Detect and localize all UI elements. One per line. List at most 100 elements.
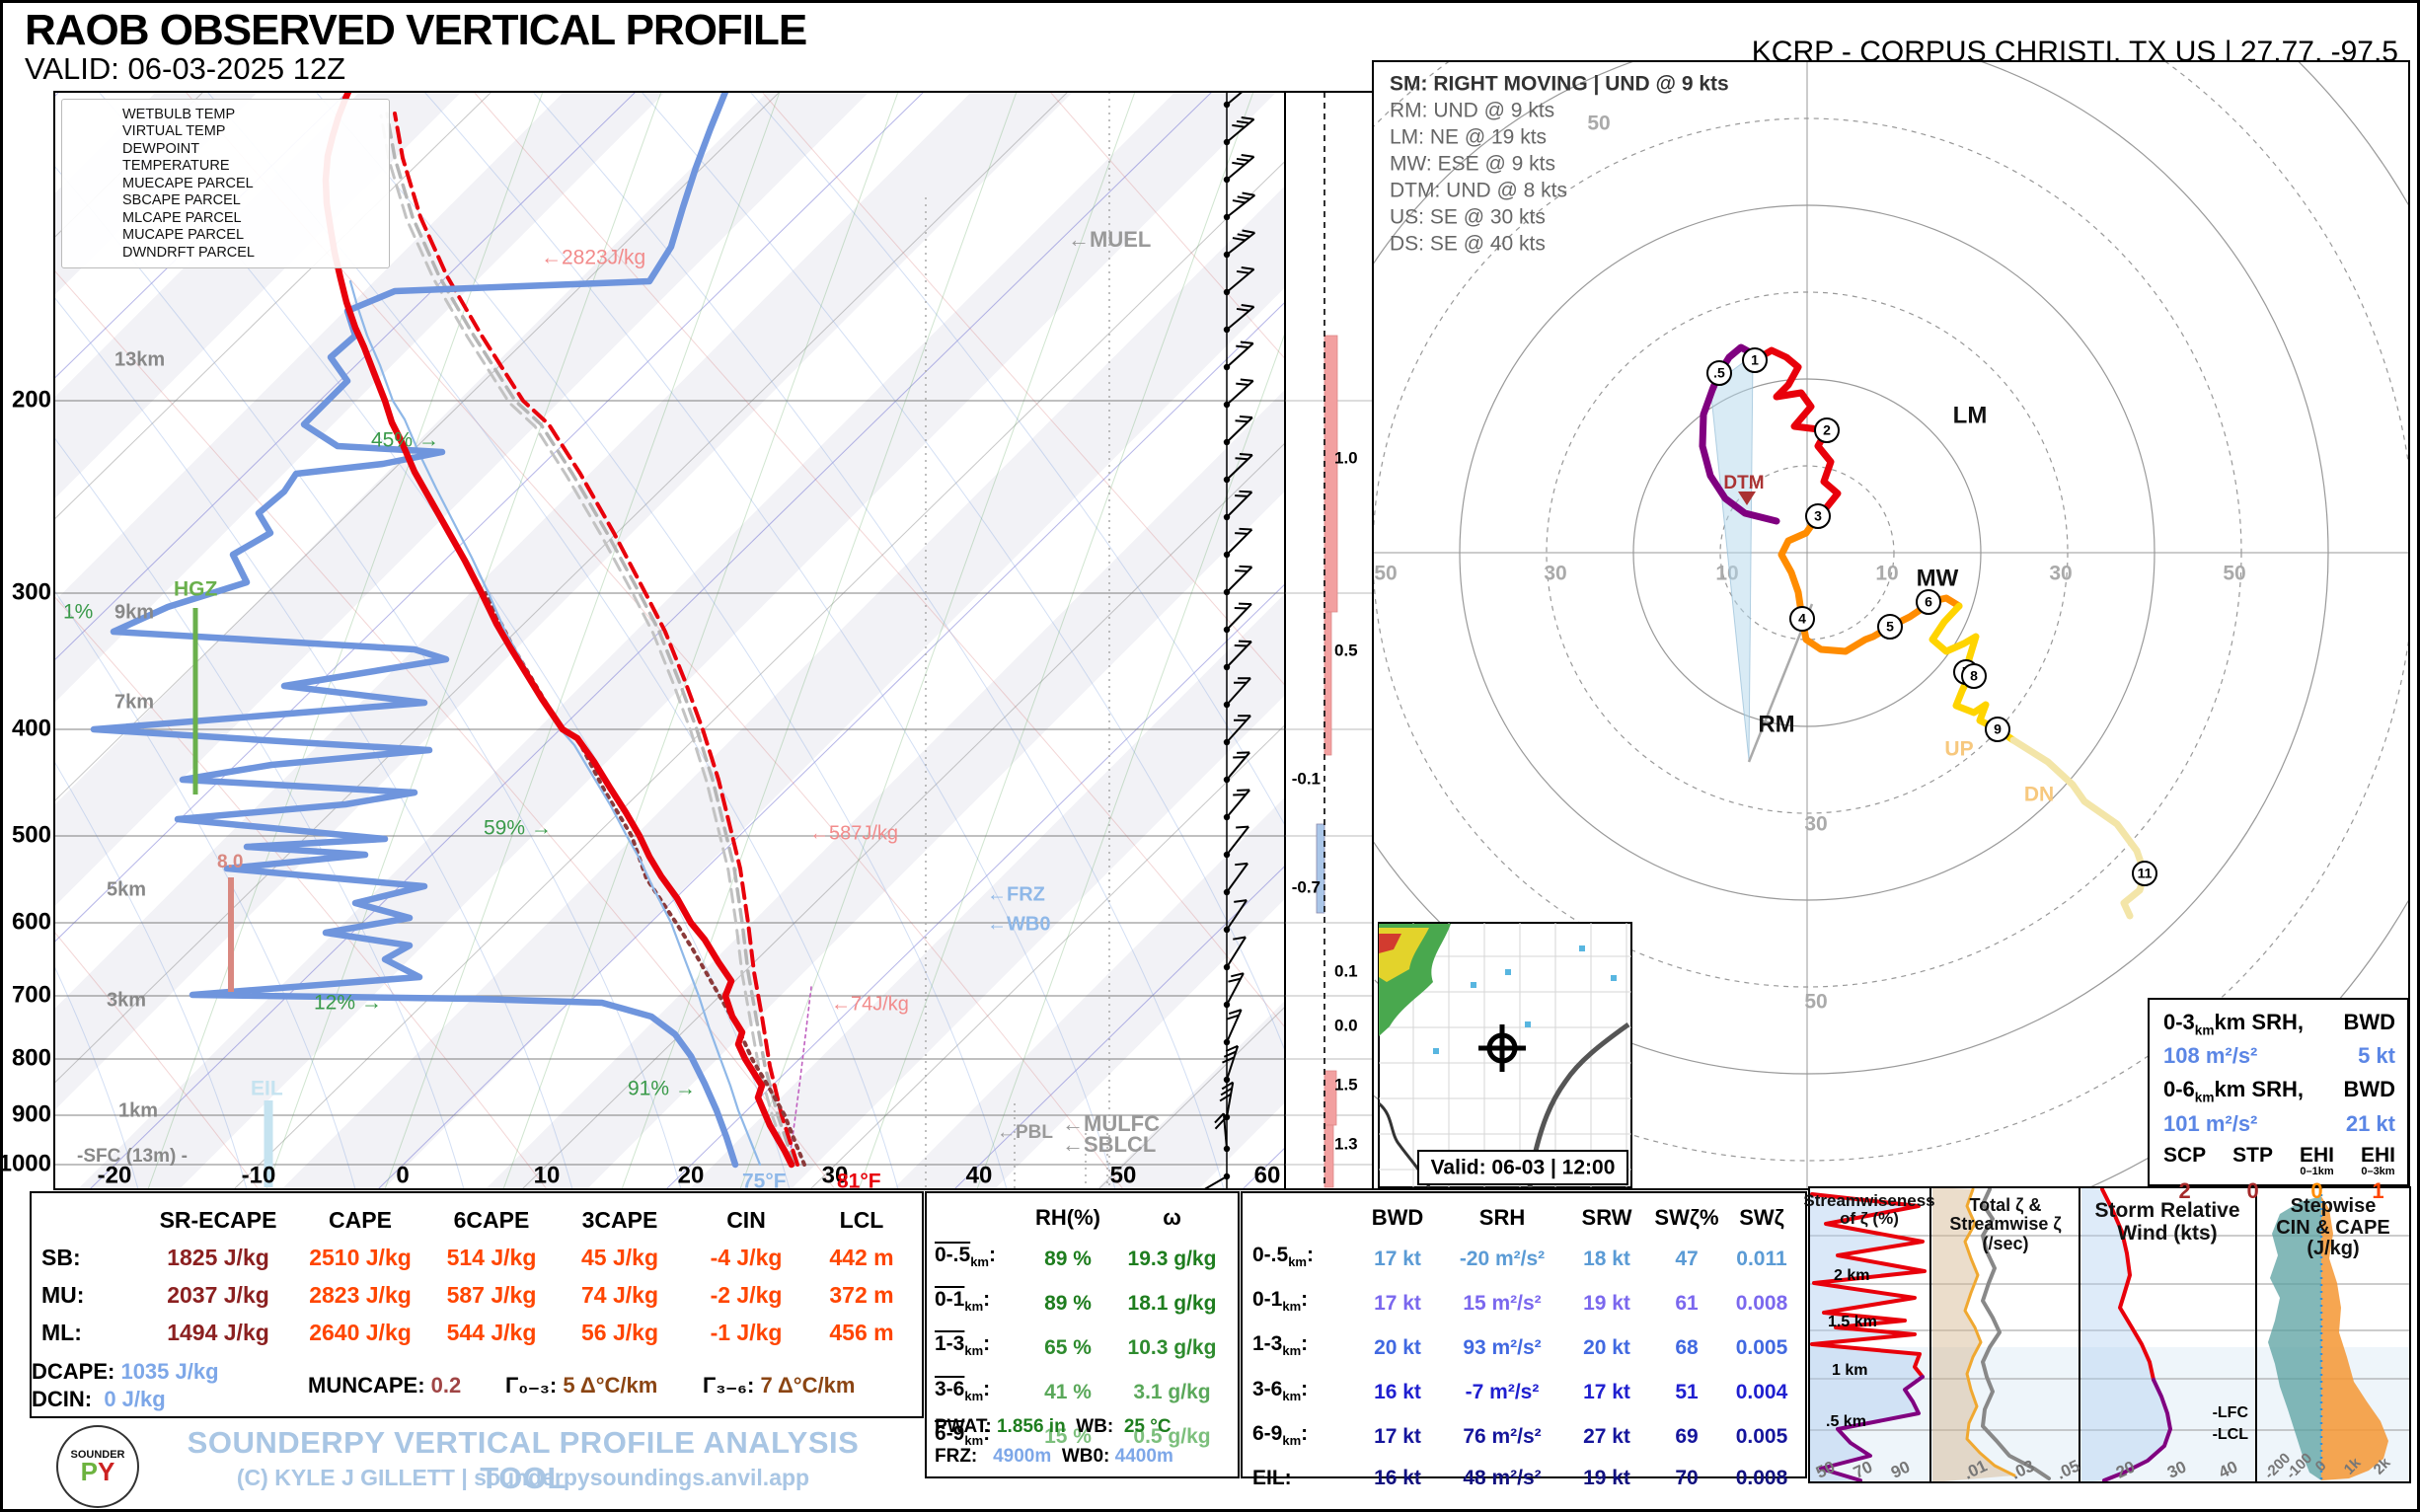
row-label: MU:: [41, 1282, 85, 1308]
svg-text:9: 9: [1994, 721, 2002, 737]
mixing-ratio-value: 3.1 g/kg: [1133, 1381, 1211, 1404]
column-header: LCL: [839, 1207, 884, 1233]
value-cell: 1494 J/kg: [167, 1320, 269, 1345]
value-cell: 76 m²/s²: [1463, 1425, 1542, 1449]
svg-text:50: 50: [2223, 563, 2245, 585]
legend-label: WETBULB TEMP: [122, 106, 236, 122]
legend-item: DWNDRFT PARCEL: [70, 244, 381, 262]
column-header: 3CAPE: [581, 1207, 658, 1233]
logo-py: PY: [80, 1457, 115, 1486]
value-cell: -4 J/kg: [710, 1245, 783, 1270]
value-cell: 68: [1675, 1335, 1699, 1359]
value-cell: 0.008: [1735, 1291, 1788, 1315]
value-cell: 19 kt: [1583, 1291, 1630, 1315]
value-cell: 456 m: [829, 1320, 894, 1345]
value-cell: 0.005: [1735, 1425, 1788, 1449]
svg-text:30: 30: [1544, 563, 1566, 585]
column-header: SWζ%: [1654, 1205, 1719, 1230]
svg-text:1.5 km: 1.5 km: [1828, 1314, 1877, 1330]
legend-item: TEMPERATURE: [70, 158, 381, 176]
svg-text:8.0: 8.0: [217, 852, 243, 872]
wind-barb: [1223, 490, 1253, 521]
frz-row: FRZ: 4900m WB0: 4400m: [935, 1446, 1173, 1467]
value-cell: 70: [1675, 1466, 1699, 1489]
wind-barb: [1223, 789, 1250, 821]
composite-indices-row: SCP 2 STP 0 EHI 0–1km 0 EHI 0–3km 1: [2163, 1143, 2395, 1204]
kinematics-table: BWD SRH SRW SWζ% SWζ 0-.5km: 17 kt -20 m²/s² 18 …: [1241, 1191, 1807, 1489]
svg-text:-10: -10: [242, 1162, 276, 1188]
svg-text:600: 600: [12, 908, 51, 935]
svg-text:10: 10: [1875, 563, 1898, 585]
thermodynamics-table: SR-ECAPE CAPE 6CAPE 3CAPE CIN LCL SB: 1825 J/kg…: [30, 1191, 924, 1418]
row-label: 1-3km:: [1252, 1332, 1309, 1359]
svg-text:11: 11: [2138, 866, 2153, 881]
svg-text:75°F: 75°F: [742, 1171, 787, 1193]
value-cell: 45 J/kg: [581, 1245, 658, 1270]
wind-barb: [1223, 378, 1254, 409]
value-cell: 16 kt: [1374, 1466, 1421, 1489]
svg-text:0: 0: [396, 1162, 409, 1188]
wind-barb: [1223, 640, 1252, 671]
svg-text:91% →: 91% →: [628, 1078, 696, 1100]
svg-text:.5 km: .5 km: [1826, 1413, 1866, 1430]
svg-text:1%: 1%: [63, 601, 93, 624]
radar-map-inset: Valid: 06-03 | 12:00: [1378, 922, 1632, 1188]
svg-text:LM: NE @ 19 kts: LM: NE @ 19 kts: [1390, 126, 1547, 149]
svg-text:1: 1: [1751, 352, 1759, 368]
skewt-legend: WETBULB TEMP VIRTUAL TEMP DEWPOINT TEMPE…: [61, 99, 390, 268]
wind-barb: [1223, 191, 1255, 221]
svg-text:1 km: 1 km: [1832, 1362, 1867, 1379]
value-cell: 544 J/kg: [446, 1320, 537, 1345]
row-label: 1-3km:: [935, 1332, 991, 1359]
dcape-label: DCAPE: 1035 J/kg: [32, 1359, 219, 1384]
legend-item: MUCAPE PARCEL: [70, 227, 381, 245]
wind-barb: [1223, 715, 1251, 746]
legend-label: TEMPERATURE: [122, 158, 230, 175]
svg-text:700: 700: [12, 981, 51, 1008]
srh-0-6-values: 101 m²/s² 21 kt: [2163, 1110, 2395, 1136]
svg-text:50: 50: [1587, 113, 1610, 135]
svg-text:MW: ESE @ 9 kts: MW: ESE @ 9 kts: [1390, 153, 1555, 176]
legend-label: MUECAPE PARCEL: [122, 175, 254, 191]
svg-text:12% →: 12% →: [314, 992, 382, 1015]
svg-text:RM: RM: [1758, 711, 1794, 737]
sounderpy-analysis-page: RAOB OBSERVED VERTICAL PROFILE VALID: 06…: [0, 0, 2420, 1512]
srh-0-3-values: 108 m²/s² 5 kt: [2163, 1043, 2395, 1069]
column-header: RH(%): [1035, 1205, 1100, 1230]
svg-text:.5: .5: [1713, 365, 1725, 381]
svg-text:2 km: 2 km: [1834, 1267, 1869, 1284]
svg-text:900: 900: [12, 1100, 51, 1127]
svg-text:←74J/kg: ←74J/kg: [831, 993, 909, 1015]
svg-text:←2823J/kg: ←2823J/kg: [541, 247, 645, 269]
svg-text:DS: SE @ 40 kts: DS: SE @ 40 kts: [1390, 233, 1546, 256]
mixing-ratio-value: 19.3 g/kg: [1127, 1247, 1217, 1270]
value-cell: 17 kt: [1583, 1381, 1630, 1404]
svg-text:-0.7: -0.7: [1292, 877, 1321, 896]
value-cell: 17 kt: [1374, 1425, 1421, 1449]
moisture-extras: PWAT: 1.856 in WB: 25 °C FRZ: 4900m WB0:…: [935, 1412, 1234, 1472]
svg-text:←WB0: ←WB0: [987, 913, 1050, 935]
svg-text:300: 300: [12, 578, 51, 605]
svg-text:800: 800: [12, 1044, 51, 1071]
svg-text:3: 3: [1814, 508, 1822, 524]
value-cell: 2640 J/kg: [309, 1320, 412, 1345]
value-cell: 18 kt: [1583, 1247, 1630, 1270]
rh-value: 89 %: [1044, 1247, 1092, 1270]
value-cell: 587 J/kg: [446, 1282, 537, 1308]
composite-index: EHI 0–3km 1: [2360, 1143, 2395, 1203]
svg-text:←587J/kg: ←587J/kg: [809, 822, 898, 844]
legend-label: DWNDRFT PARCEL: [122, 244, 255, 261]
column-header: CAPE: [329, 1207, 392, 1233]
legend-label: MUCAPE PARCEL: [122, 227, 245, 244]
value-cell: 514 J/kg: [446, 1245, 537, 1270]
row-label: 3-6km:: [1252, 1377, 1309, 1403]
wind-barb: [1223, 453, 1253, 484]
column-header: SRW: [1581, 1205, 1632, 1230]
svg-text:50: 50: [1110, 1162, 1137, 1188]
column-header: SR-ECAPE: [159, 1207, 277, 1233]
row-label: 0-.5km:: [1252, 1244, 1314, 1270]
svg-text:MW: MW: [1917, 565, 1959, 591]
value-cell: 20 kt: [1583, 1335, 1630, 1359]
value-cell: 69: [1675, 1425, 1699, 1449]
value-cell: 15 m²/s²: [1463, 1291, 1542, 1315]
